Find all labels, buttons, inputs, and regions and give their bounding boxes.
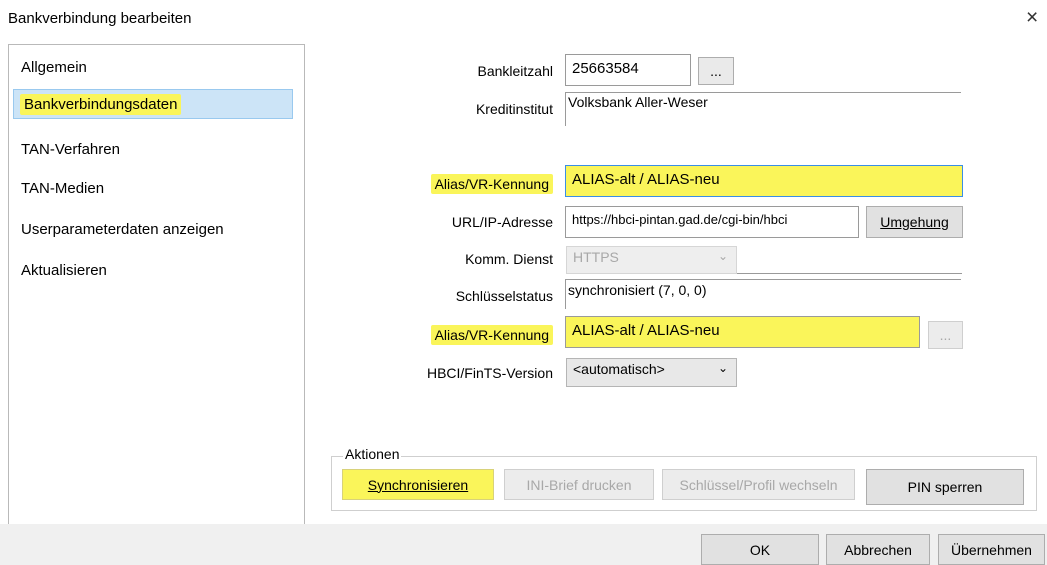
alias-vr-kennung-label-1: Alias/VR-Kennung [353, 174, 553, 194]
hbci-version-select[interactable]: <automatisch> ⌄ [566, 358, 737, 387]
sidebar-nav: Allgemein Bankverbindungsdaten TAN-Verfa… [8, 44, 305, 525]
sidebar-item-tan-medien[interactable]: TAN-Medien [15, 174, 104, 204]
komm-dienst-value: HTTPS [573, 249, 619, 265]
schluessel-underline [565, 279, 961, 280]
sidebar-item-userparameterdaten[interactable]: Userparameterdaten anzeigen [15, 215, 224, 245]
kreditinstitut-label: Kreditinstitut [475, 101, 553, 117]
komm-underline [737, 273, 962, 274]
komm-dienst-label: Komm. Dienst [465, 251, 553, 267]
kreditinstitut-underline [565, 92, 961, 93]
synchronisieren-button[interactable]: Synchronisieren [342, 469, 494, 500]
ok-button[interactable]: OK [701, 534, 819, 565]
dialog-title: Bankverbindung bearbeiten [8, 10, 192, 27]
komm-dienst-select[interactable]: HTTPS ⌄ [566, 246, 737, 274]
sidebar-item-tan-verfahren[interactable]: TAN-Verfahren [15, 135, 120, 165]
uebernehmen-button[interactable]: Übernehmen [938, 534, 1045, 565]
sidebar-item-aktualisieren[interactable]: Aktualisieren [15, 256, 107, 286]
kreditinstitut-value: Volksbank Aller-Weser [568, 94, 708, 110]
schluessel-vline [565, 279, 566, 309]
alias-vr-kennung-field-1[interactable]: ALIAS-alt / ALIAS-neu [565, 165, 963, 197]
url-ip-label: URL/IP-Adresse [451, 214, 553, 230]
umgehung-button[interactable]: Umgehung [866, 206, 963, 238]
ini-brief-button[interactable]: INI-Brief drucken [504, 469, 654, 500]
schluesselstatus-label: Schlüsselstatus [455, 288, 553, 304]
bankleitzahl-field[interactable]: 25663584 [565, 54, 691, 86]
pin-sperren-button[interactable]: PIN sperren [866, 469, 1024, 505]
bankleitzahl-browse-button[interactable]: ... [698, 57, 734, 85]
chevron-down-icon: ⌄ [717, 249, 728, 263]
schluessel-profil-button[interactable]: Schlüssel/Profil wechseln [662, 469, 855, 500]
schluesselstatus-value: synchronisiert (7, 0, 0) [568, 282, 707, 298]
hbci-version-label: HBCI/FinTS-Version [426, 365, 553, 381]
bankleitzahl-label: Bankleitzahl [477, 63, 554, 79]
hbci-version-value: <automatisch> [573, 361, 665, 377]
alias-vr-kennung-field-2[interactable]: ALIAS-alt / ALIAS-neu [565, 316, 920, 348]
kreditinstitut-vline [565, 92, 566, 126]
chevron-down-icon: ⌄ [717, 361, 728, 375]
abbrechen-button[interactable]: Abbrechen [826, 534, 930, 565]
close-icon[interactable]: × [1026, 6, 1038, 30]
sidebar-item-bankverbindungsdaten[interactable]: Bankverbindungsdaten [13, 89, 293, 119]
url-ip-field[interactable]: https://hbci-pintan.gad.de/cgi-bin/hbci [565, 206, 859, 238]
aktionen-group-label: Aktionen [343, 446, 402, 462]
sidebar-item-allgemein[interactable]: Allgemein [15, 53, 87, 83]
alias2-browse-button[interactable]: ... [928, 321, 963, 349]
sidebar-item-label: Bankverbindungsdaten [20, 94, 182, 115]
alias-vr-kennung-label-2: Alias/VR-Kennung [353, 325, 553, 345]
